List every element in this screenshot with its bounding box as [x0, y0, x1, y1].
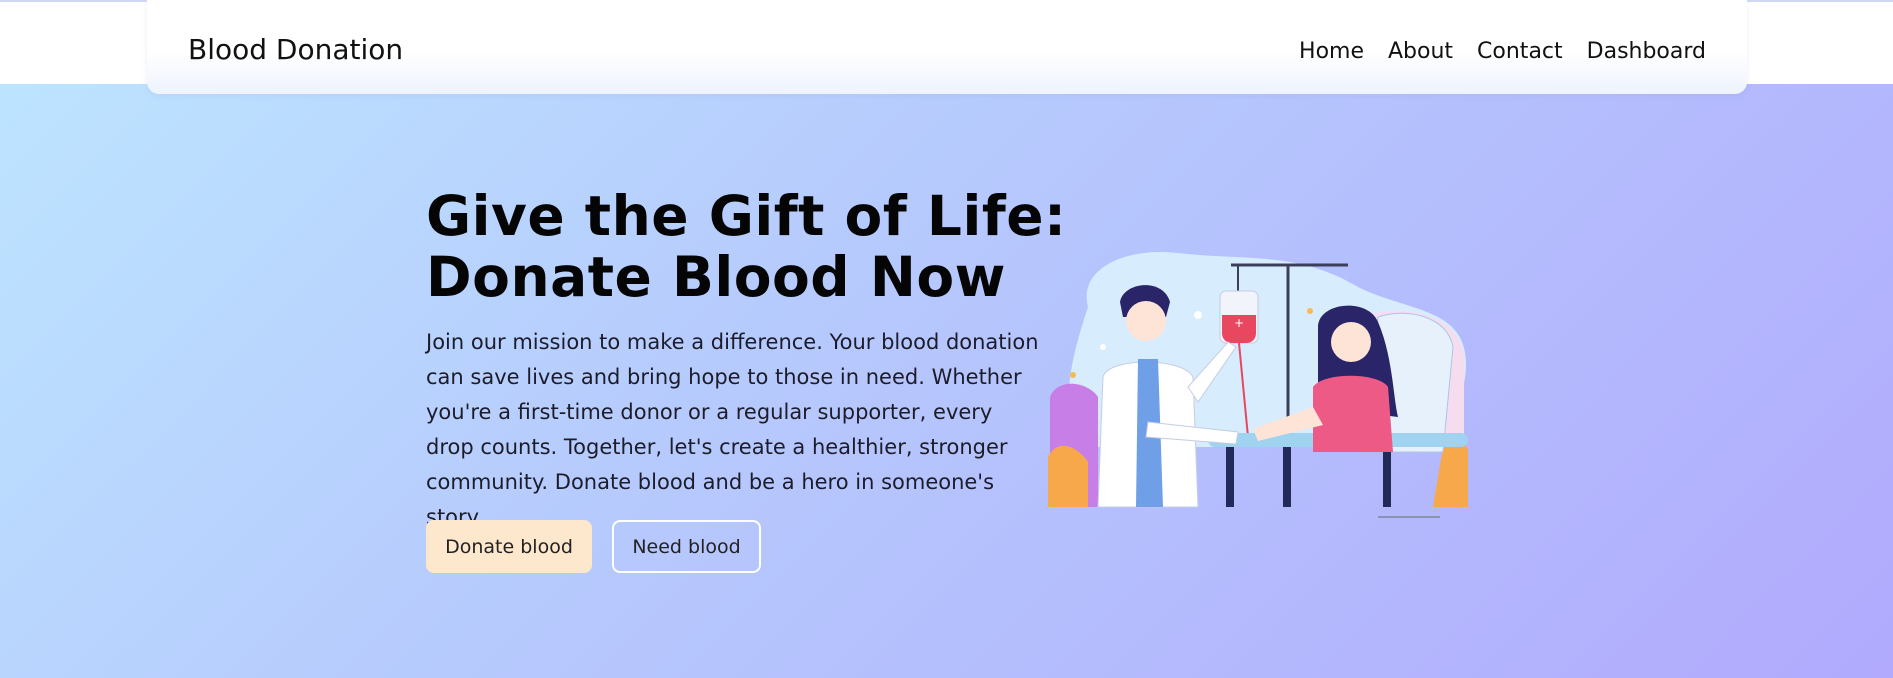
blood-bag-cross: + — [1234, 316, 1244, 330]
chair-leg-2 — [1283, 447, 1291, 507]
doctor-face — [1126, 301, 1166, 341]
hero-title-line-2: Donate Blood Now — [426, 245, 1006, 309]
navbar: Blood Donation Home About Contact Dashbo… — [147, 0, 1747, 94]
sparkle-1 — [1194, 311, 1202, 319]
brand-logo-text[interactable]: Blood Donation — [188, 36, 403, 64]
nav-link-contact[interactable]: Contact — [1477, 41, 1563, 63]
nav-links: Home About Contact Dashboard — [1299, 41, 1706, 63]
plant-left-orange — [1048, 445, 1088, 507]
nav-link-dashboard[interactable]: Dashboard — [1587, 41, 1706, 63]
nav-link-home[interactable]: Home — [1299, 41, 1364, 63]
blood-donation-illustration: + — [1048, 251, 1468, 518]
sparkle-4 — [1307, 308, 1313, 314]
sparkle-2 — [1100, 344, 1106, 350]
hero-title-line-1: Give the Gift of Life: — [426, 184, 1067, 248]
donate-blood-button[interactable]: Donate blood — [426, 520, 592, 573]
need-blood-button[interactable]: Need blood — [612, 520, 761, 573]
chair-leg-3 — [1383, 447, 1391, 507]
hero-title: Give the Gift of Life: Donate Blood Now — [426, 186, 1066, 308]
chair-leg-1 — [1226, 447, 1234, 507]
patient-shirt — [1313, 375, 1393, 452]
sparkle-3 — [1070, 372, 1076, 378]
patient-face — [1331, 322, 1371, 362]
nav-link-about[interactable]: About — [1388, 41, 1453, 63]
hero-description: Join our mission to make a difference. Y… — [426, 330, 1039, 529]
